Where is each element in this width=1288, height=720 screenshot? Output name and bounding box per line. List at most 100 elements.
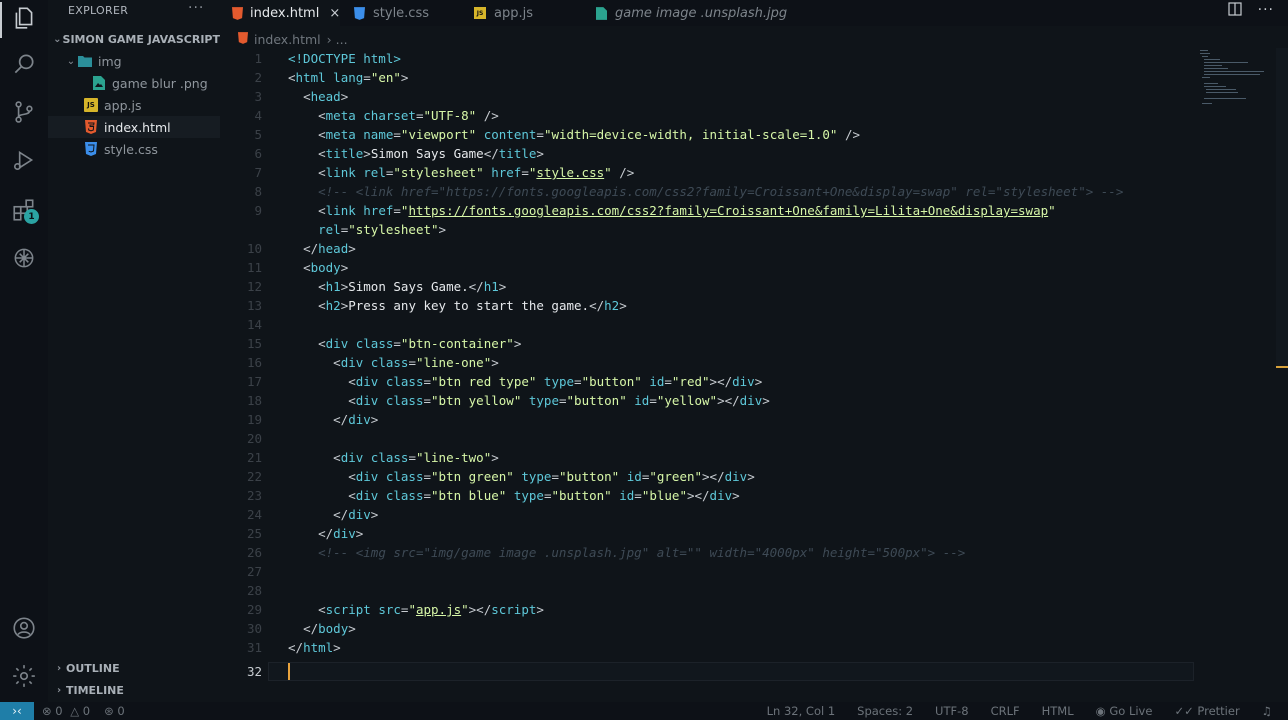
- prettier-label: Prettier: [1197, 704, 1240, 718]
- outline-label: OUTLINE: [66, 661, 120, 675]
- ports-count: 0: [117, 704, 125, 718]
- code-line: 9 <link href="https://fonts.googleapis.c…: [254, 203, 1056, 218]
- tab-app-js-label: app.js: [494, 5, 533, 21]
- vertical-scrollbar[interactable]: [1276, 48, 1288, 366]
- breadcrumb-more[interactable]: › ...: [327, 32, 348, 47]
- code-line: 22 <div class="btn green" type="button" …: [246, 469, 755, 484]
- chevron-right-icon: ›: [56, 662, 62, 674]
- radio-tower-icon: ⊛: [104, 704, 114, 718]
- tab-app-js[interactable]: JS app.js: [473, 0, 583, 26]
- code-line: 19 </div>: [246, 412, 379, 427]
- editor-tabs: index.html × style.css JS app.js game im…: [220, 0, 1288, 26]
- go-live-label: Go Live: [1109, 704, 1153, 718]
- code-line: 3 <head>: [254, 89, 349, 104]
- chevron-down-icon: ⌄: [53, 33, 62, 45]
- cursor-position[interactable]: Ln 32, Col 1: [767, 704, 836, 718]
- html-file-icon: [232, 6, 243, 20]
- html-file-icon: [238, 31, 248, 47]
- project-folder[interactable]: ⌄ SIMON GAME JAVASCRIPT: [48, 28, 220, 50]
- error-count: 0: [55, 704, 63, 718]
- code-line: 32: [220, 662, 1220, 681]
- chevron-right-icon: ›: [56, 684, 62, 696]
- notifications-bell-icon[interactable]: ♫: [1262, 704, 1272, 718]
- remote-icon[interactable]: ›‹: [0, 702, 34, 720]
- file-style-css[interactable]: style.css: [48, 138, 220, 160]
- scrollbar-cursor-marker: [1276, 366, 1288, 368]
- minimap[interactable]: [1198, 48, 1268, 108]
- warning-count: 0: [82, 704, 91, 718]
- code-line: 24 </div>: [246, 507, 379, 522]
- breadcrumb: index.html › ...: [238, 30, 348, 48]
- tab-index-html[interactable]: index.html ×: [220, 0, 340, 26]
- file-game-blur[interactable]: game blur .png: [48, 72, 220, 94]
- file-game-blur-label: game blur .png: [112, 75, 208, 91]
- code-line: 11 <body>: [246, 260, 349, 275]
- code-line: 20: [246, 431, 262, 446]
- js-file-icon: JS: [473, 7, 487, 19]
- language-mode[interactable]: HTML: [1042, 704, 1074, 718]
- image-file-icon: [594, 6, 608, 20]
- timeline-section[interactable]: › TIMELINE: [48, 679, 124, 701]
- code-line: 14: [246, 317, 262, 332]
- line-ending[interactable]: CRLF: [991, 704, 1020, 718]
- chevron-down-icon: ⌄: [66, 55, 76, 67]
- project-folder-label: SIMON GAME JAVASCRIPT: [62, 32, 220, 46]
- active-indicator: [0, 2, 2, 38]
- code-line: 5 <meta name="viewport" content="width=d…: [254, 127, 861, 142]
- tab-game-image[interactable]: game image .unsplash.jpg: [594, 0, 794, 26]
- code-line: 16 <div class="line-one">: [246, 355, 499, 370]
- folder-img[interactable]: ⌄ img: [48, 50, 220, 72]
- code-line: 17 <div class="btn red type" type="butto…: [246, 374, 763, 389]
- code-line: 29 <script src="app.js"></script>: [246, 602, 544, 617]
- error-icon: ⊗: [42, 704, 52, 718]
- code-line: 26 <!-- <img src="img/game image .unspla…: [246, 545, 966, 560]
- file-app-js[interactable]: JS app.js: [48, 94, 220, 116]
- activity-bar: 1: [0, 0, 48, 702]
- settings-gear-icon[interactable]: [10, 662, 38, 690]
- current-line-number: 32: [246, 664, 262, 679]
- file-style-css-label: style.css: [104, 141, 158, 157]
- tab-style-css-label: style.css: [373, 5, 429, 21]
- explorer-more-icon[interactable]: ···: [188, 0, 204, 16]
- prettier-button[interactable]: ✓✓ Prettier: [1174, 704, 1239, 718]
- code-line: 25 </div>: [246, 526, 364, 541]
- search-icon[interactable]: [10, 50, 38, 78]
- breadcrumb-file[interactable]: index.html: [254, 32, 321, 47]
- timeline-label: TIMELINE: [66, 683, 124, 697]
- problems-indicator[interactable]: ⊗ 0 △ 0: [42, 704, 90, 718]
- files-icon[interactable]: [10, 4, 38, 32]
- tab-game-image-label: game image .unsplash.jpg: [615, 5, 788, 21]
- explorer-sidebar: EXPLORER ··· ⌄ SIMON GAME JAVASCRIPT ⌄ i…: [48, 0, 220, 702]
- ports-indicator[interactable]: ⊛ 0: [104, 704, 125, 718]
- run-debug-icon[interactable]: [10, 146, 38, 174]
- encoding[interactable]: UTF-8: [935, 704, 969, 718]
- file-index-html-label: index.html: [104, 119, 171, 135]
- folder-icon: [78, 54, 92, 68]
- code-line: 8 <!-- <link href="https://fonts.googlea…: [254, 184, 1124, 199]
- outline-section[interactable]: › OUTLINE: [48, 657, 120, 679]
- status-right: Ln 32, Col 1 Spaces: 2 UTF-8 CRLF HTML ◉…: [767, 702, 1272, 720]
- file-tree: ⌄ SIMON GAME JAVASCRIPT ⌄ img game blur …: [48, 28, 220, 160]
- code-line: rel="stylesheet">: [318, 222, 447, 237]
- code-line: 12 <h1>Simon Says Game.</h1>: [246, 279, 507, 294]
- tab-style-css[interactable]: style.css: [352, 0, 462, 26]
- code-line: 21 <div class="line-two">: [246, 450, 499, 465]
- double-check-icon: ✓✓: [1174, 704, 1194, 718]
- indentation[interactable]: Spaces: 2: [857, 704, 913, 718]
- split-editor-icon[interactable]: [1228, 2, 1242, 20]
- code-line: 23 <div class="btn blue" type="button" i…: [246, 488, 740, 503]
- source-control-icon[interactable]: [10, 98, 38, 126]
- css-file-icon: [84, 142, 98, 156]
- go-live-button[interactable]: ◉ Go Live: [1096, 704, 1153, 718]
- account-icon[interactable]: [10, 614, 38, 642]
- file-index-html[interactable]: index.html: [48, 116, 220, 138]
- chatgpt-icon[interactable]: [10, 244, 38, 272]
- code-editor[interactable]: 1 <!DOCTYPE html> 2 <html lang="en"> 3 <he…: [220, 48, 1288, 702]
- code-line: 30 </body>: [246, 621, 356, 636]
- broadcast-icon: ◉: [1095, 704, 1106, 718]
- close-icon[interactable]: ×: [329, 6, 340, 21]
- folder-img-label: img: [98, 53, 122, 69]
- code-line: 27: [246, 564, 262, 579]
- more-actions-icon[interactable]: ···: [1258, 2, 1274, 20]
- css-file-icon: [352, 6, 366, 20]
